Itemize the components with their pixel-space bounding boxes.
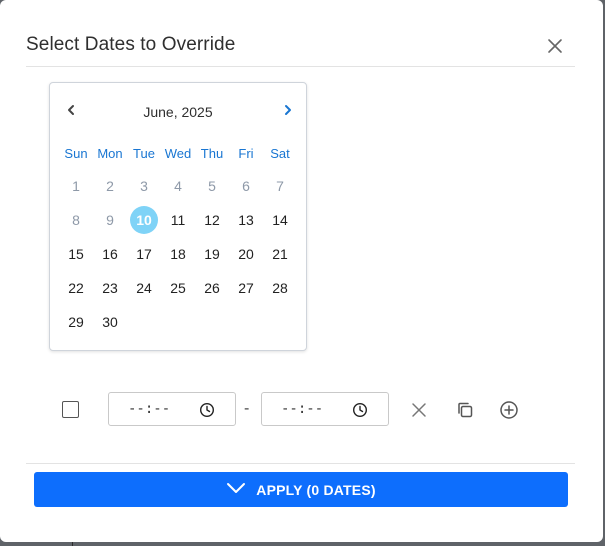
override-dates-dialog: Select Dates to Override June, 2025 Sun M… <box>0 0 603 542</box>
dialog-title: Select Dates to Override <box>26 34 236 55</box>
chevron-right-icon[interactable] <box>280 102 296 118</box>
apply-button[interactable]: APPLY (0 DATES) <box>34 472 568 507</box>
weekday-header: Tue <box>133 146 155 161</box>
end-time-value: --:-- <box>281 401 324 417</box>
calendar-day[interactable]: 26 <box>198 274 226 302</box>
calendar-day[interactable]: 16 <box>96 240 124 268</box>
weekday-header: Sun <box>64 146 88 161</box>
calendar-day[interactable]: 18 <box>164 240 192 268</box>
date-picker: June, 2025 Sun Mon Tue Wed Thu Fri Sat 1234567… <box>49 82 307 351</box>
chevron-down-icon <box>226 481 246 498</box>
calendar-day-selected[interactable]: 10 <box>130 206 158 234</box>
calendar-day[interactable]: 9 <box>96 206 124 234</box>
calendar-day[interactable]: 7 <box>266 172 294 200</box>
backdrop-divider <box>72 542 73 546</box>
calendar-day[interactable]: 3 <box>130 172 158 200</box>
clock-icon[interactable] <box>352 402 368 418</box>
calendar-day[interactable]: 24 <box>130 274 158 302</box>
calendar-day[interactable]: 11 <box>164 206 192 234</box>
weekday-header: Wed <box>164 146 192 161</box>
calendar-day[interactable]: 8 <box>62 206 90 234</box>
calendar-day[interactable]: 19 <box>198 240 226 268</box>
header-divider <box>26 66 575 67</box>
footer-divider <box>26 463 575 464</box>
calendar-day[interactable]: 2 <box>96 172 124 200</box>
calendar-day[interactable]: 20 <box>232 240 260 268</box>
calendar-day[interactable]: 17 <box>130 240 158 268</box>
start-time-input[interactable]: --:-- <box>108 392 236 426</box>
weekday-header: Fri <box>238 146 254 161</box>
clock-icon[interactable] <box>199 402 215 418</box>
calendar-day[interactable]: 14 <box>266 206 294 234</box>
calendar-day[interactable]: 21 <box>266 240 294 268</box>
close-icon[interactable] <box>545 36 565 56</box>
calendar-day[interactable]: 28 <box>266 274 294 302</box>
calendar-day[interactable]: 15 <box>62 240 90 268</box>
calendar-day[interactable]: 4 <box>164 172 192 200</box>
remove-row-icon[interactable] <box>409 400 429 420</box>
calendar-month-label: June, 2025 <box>143 104 213 120</box>
weekday-header: Sat <box>270 146 290 161</box>
plus-circle-icon[interactable] <box>499 400 519 420</box>
calendar-day[interactable]: 1 <box>62 172 90 200</box>
override-row-checkbox[interactable] <box>62 401 79 418</box>
calendar-day[interactable]: 30 <box>96 308 124 336</box>
calendar-day[interactable]: 25 <box>164 274 192 302</box>
weekday-header: Mon <box>97 146 123 161</box>
calendar-day[interactable]: 6 <box>232 172 260 200</box>
calendar-day[interactable]: 29 <box>62 308 90 336</box>
end-time-input[interactable]: --:-- <box>261 392 389 426</box>
calendar-day[interactable]: 27 <box>232 274 260 302</box>
start-time-value: --:-- <box>128 401 171 417</box>
calendar-day[interactable]: 12 <box>198 206 226 234</box>
calendar-day[interactable]: 5 <box>198 172 226 200</box>
copy-icon[interactable] <box>455 400 475 420</box>
calendar-day[interactable]: 23 <box>96 274 124 302</box>
apply-button-label: APPLY (0 DATES) <box>256 481 376 498</box>
calendar-day[interactable]: 13 <box>232 206 260 234</box>
calendar-day[interactable]: 22 <box>62 274 90 302</box>
weekday-header: Thu <box>200 146 224 161</box>
time-range-separator: - <box>244 400 250 417</box>
